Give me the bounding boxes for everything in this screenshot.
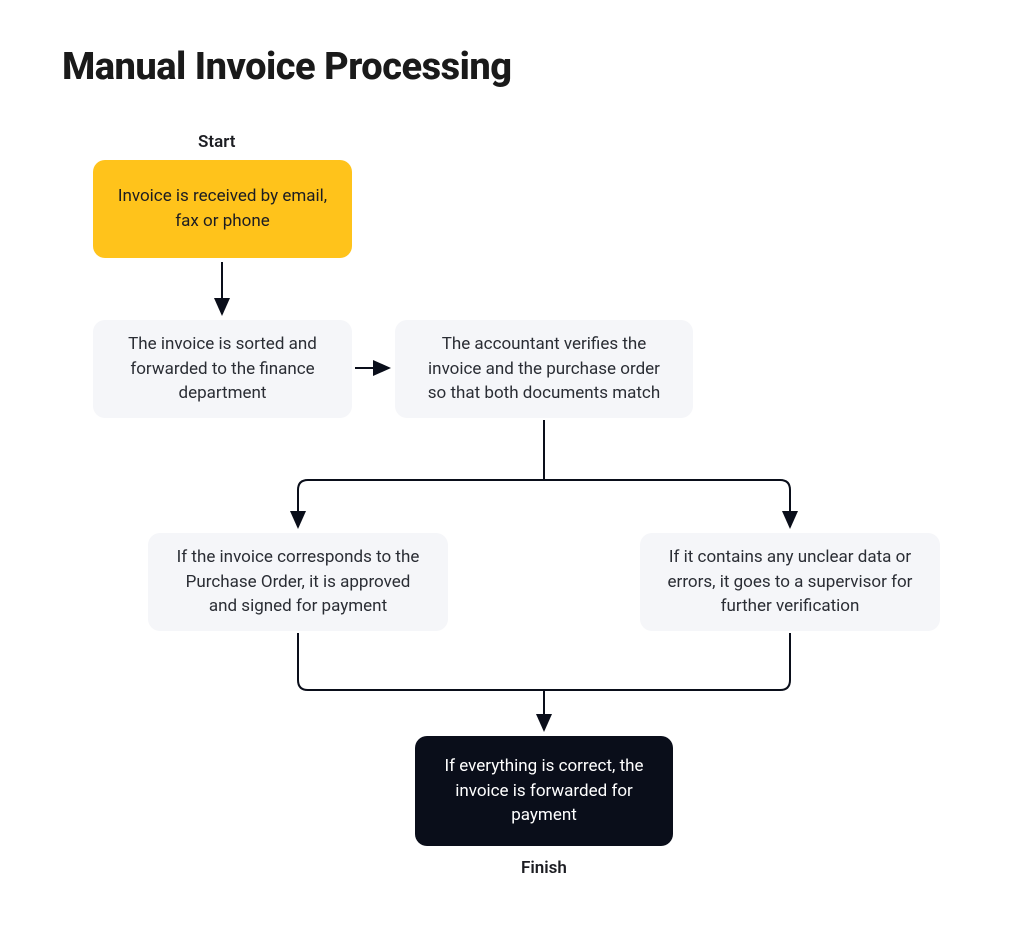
node-errors: If it contains any unclear data or error… xyxy=(640,533,940,631)
start-label: Start xyxy=(198,132,235,152)
page-title: Manual Invoice Processing xyxy=(62,45,512,89)
node-forward-payment: If everything is correct, the invoice is… xyxy=(415,736,673,846)
node-approved: If the invoice corresponds to the Purcha… xyxy=(148,533,448,631)
finish-label: Finish xyxy=(521,858,567,878)
node-accountant-verify: The accountant verifies the invoice and … xyxy=(395,320,693,418)
flowchart: Manual Invoice Processing Start Invoice … xyxy=(0,0,1024,926)
node-invoice-received: Invoice is received by email, fax or pho… xyxy=(93,160,352,258)
node-invoice-sorted: The invoice is sorted and forwarded to t… xyxy=(93,320,352,418)
